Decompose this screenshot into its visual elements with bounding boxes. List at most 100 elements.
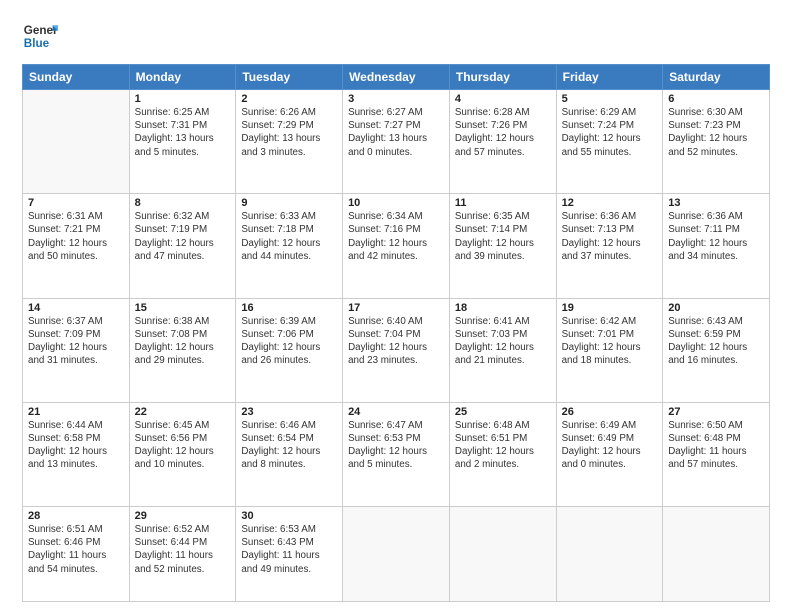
weekday-header-row: SundayMondayTuesdayWednesdayThursdayFrid… (23, 65, 770, 90)
day-content: Sunrise: 6:48 AM Sunset: 6:51 PM Dayligh… (455, 419, 551, 472)
day-content: Sunrise: 6:28 AM Sunset: 7:26 PM Dayligh… (455, 106, 551, 159)
day-content: Sunrise: 6:26 AM Sunset: 7:29 PM Dayligh… (241, 106, 337, 159)
day-content: Sunrise: 6:37 AM Sunset: 7:09 PM Dayligh… (28, 315, 124, 368)
day-number: 15 (135, 302, 231, 314)
calendar-cell (663, 507, 770, 602)
calendar-cell: 2Sunrise: 6:26 AM Sunset: 7:29 PM Daylig… (236, 90, 343, 194)
calendar-cell: 8Sunrise: 6:32 AM Sunset: 7:19 PM Daylig… (129, 194, 236, 298)
calendar-cell: 5Sunrise: 6:29 AM Sunset: 7:24 PM Daylig… (556, 90, 663, 194)
calendar-cell: 25Sunrise: 6:48 AM Sunset: 6:51 PM Dayli… (449, 402, 556, 506)
day-number: 7 (28, 197, 124, 209)
calendar-cell: 1Sunrise: 6:25 AM Sunset: 7:31 PM Daylig… (129, 90, 236, 194)
weekday-header-sunday: Sunday (23, 65, 130, 90)
day-content: Sunrise: 6:33 AM Sunset: 7:18 PM Dayligh… (241, 210, 337, 263)
day-number: 30 (241, 510, 337, 522)
calendar-week-row: 21Sunrise: 6:44 AM Sunset: 6:58 PM Dayli… (23, 402, 770, 506)
calendar-cell: 22Sunrise: 6:45 AM Sunset: 6:56 PM Dayli… (129, 402, 236, 506)
calendar-cell: 3Sunrise: 6:27 AM Sunset: 7:27 PM Daylig… (343, 90, 450, 194)
calendar-cell: 20Sunrise: 6:43 AM Sunset: 6:59 PM Dayli… (663, 298, 770, 402)
weekday-header-monday: Monday (129, 65, 236, 90)
day-number: 11 (455, 197, 551, 209)
day-number: 10 (348, 197, 444, 209)
day-content: Sunrise: 6:25 AM Sunset: 7:31 PM Dayligh… (135, 106, 231, 159)
calendar-cell: 14Sunrise: 6:37 AM Sunset: 7:09 PM Dayli… (23, 298, 130, 402)
logo-icon: General Blue (22, 18, 58, 54)
day-number: 14 (28, 302, 124, 314)
day-content: Sunrise: 6:46 AM Sunset: 6:54 PM Dayligh… (241, 419, 337, 472)
calendar-week-row: 28Sunrise: 6:51 AM Sunset: 6:46 PM Dayli… (23, 507, 770, 602)
calendar-cell: 9Sunrise: 6:33 AM Sunset: 7:18 PM Daylig… (236, 194, 343, 298)
day-content: Sunrise: 6:50 AM Sunset: 6:48 PM Dayligh… (668, 419, 764, 472)
calendar-week-row: 14Sunrise: 6:37 AM Sunset: 7:09 PM Dayli… (23, 298, 770, 402)
day-number: 26 (562, 406, 658, 418)
calendar-cell: 19Sunrise: 6:42 AM Sunset: 7:01 PM Dayli… (556, 298, 663, 402)
day-content: Sunrise: 6:27 AM Sunset: 7:27 PM Dayligh… (348, 106, 444, 159)
calendar-cell: 10Sunrise: 6:34 AM Sunset: 7:16 PM Dayli… (343, 194, 450, 298)
day-content: Sunrise: 6:44 AM Sunset: 6:58 PM Dayligh… (28, 419, 124, 472)
day-number: 18 (455, 302, 551, 314)
day-content: Sunrise: 6:36 AM Sunset: 7:13 PM Dayligh… (562, 210, 658, 263)
day-content: Sunrise: 6:35 AM Sunset: 7:14 PM Dayligh… (455, 210, 551, 263)
day-number: 28 (28, 510, 124, 522)
weekday-header-tuesday: Tuesday (236, 65, 343, 90)
day-number: 16 (241, 302, 337, 314)
calendar-cell: 18Sunrise: 6:41 AM Sunset: 7:03 PM Dayli… (449, 298, 556, 402)
calendar-cell: 11Sunrise: 6:35 AM Sunset: 7:14 PM Dayli… (449, 194, 556, 298)
day-content: Sunrise: 6:51 AM Sunset: 6:46 PM Dayligh… (28, 523, 124, 576)
calendar-cell (23, 90, 130, 194)
calendar-cell: 4Sunrise: 6:28 AM Sunset: 7:26 PM Daylig… (449, 90, 556, 194)
calendar-cell: 13Sunrise: 6:36 AM Sunset: 7:11 PM Dayli… (663, 194, 770, 298)
day-content: Sunrise: 6:52 AM Sunset: 6:44 PM Dayligh… (135, 523, 231, 576)
calendar-cell: 26Sunrise: 6:49 AM Sunset: 6:49 PM Dayli… (556, 402, 663, 506)
day-content: Sunrise: 6:43 AM Sunset: 6:59 PM Dayligh… (668, 315, 764, 368)
day-content: Sunrise: 6:53 AM Sunset: 6:43 PM Dayligh… (241, 523, 337, 576)
day-content: Sunrise: 6:42 AM Sunset: 7:01 PM Dayligh… (562, 315, 658, 368)
header: General Blue (22, 18, 770, 54)
calendar-cell: 15Sunrise: 6:38 AM Sunset: 7:08 PM Dayli… (129, 298, 236, 402)
calendar-cell: 21Sunrise: 6:44 AM Sunset: 6:58 PM Dayli… (23, 402, 130, 506)
day-content: Sunrise: 6:47 AM Sunset: 6:53 PM Dayligh… (348, 419, 444, 472)
calendar-cell: 30Sunrise: 6:53 AM Sunset: 6:43 PM Dayli… (236, 507, 343, 602)
day-content: Sunrise: 6:41 AM Sunset: 7:03 PM Dayligh… (455, 315, 551, 368)
calendar-week-row: 7Sunrise: 6:31 AM Sunset: 7:21 PM Daylig… (23, 194, 770, 298)
day-number: 8 (135, 197, 231, 209)
calendar-cell (556, 507, 663, 602)
day-content: Sunrise: 6:39 AM Sunset: 7:06 PM Dayligh… (241, 315, 337, 368)
day-number: 2 (241, 93, 337, 105)
calendar-cell (449, 507, 556, 602)
calendar-cell: 27Sunrise: 6:50 AM Sunset: 6:48 PM Dayli… (663, 402, 770, 506)
calendar-week-row: 1Sunrise: 6:25 AM Sunset: 7:31 PM Daylig… (23, 90, 770, 194)
day-number: 21 (28, 406, 124, 418)
day-number: 6 (668, 93, 764, 105)
calendar-cell: 29Sunrise: 6:52 AM Sunset: 6:44 PM Dayli… (129, 507, 236, 602)
weekday-header-saturday: Saturday (663, 65, 770, 90)
day-number: 29 (135, 510, 231, 522)
day-number: 5 (562, 93, 658, 105)
day-content: Sunrise: 6:36 AM Sunset: 7:11 PM Dayligh… (668, 210, 764, 263)
day-number: 13 (668, 197, 764, 209)
day-number: 9 (241, 197, 337, 209)
day-content: Sunrise: 6:31 AM Sunset: 7:21 PM Dayligh… (28, 210, 124, 263)
day-content: Sunrise: 6:38 AM Sunset: 7:08 PM Dayligh… (135, 315, 231, 368)
day-number: 1 (135, 93, 231, 105)
svg-text:Blue: Blue (24, 37, 50, 50)
day-number: 17 (348, 302, 444, 314)
calendar-cell: 28Sunrise: 6:51 AM Sunset: 6:46 PM Dayli… (23, 507, 130, 602)
day-content: Sunrise: 6:30 AM Sunset: 7:23 PM Dayligh… (668, 106, 764, 159)
page: General Blue SundayMondayTuesdayWednesda… (0, 0, 792, 612)
calendar-cell: 24Sunrise: 6:47 AM Sunset: 6:53 PM Dayli… (343, 402, 450, 506)
calendar-cell: 6Sunrise: 6:30 AM Sunset: 7:23 PM Daylig… (663, 90, 770, 194)
calendar-cell: 17Sunrise: 6:40 AM Sunset: 7:04 PM Dayli… (343, 298, 450, 402)
calendar-cell (343, 507, 450, 602)
calendar-cell: 12Sunrise: 6:36 AM Sunset: 7:13 PM Dayli… (556, 194, 663, 298)
calendar-cell: 23Sunrise: 6:46 AM Sunset: 6:54 PM Dayli… (236, 402, 343, 506)
day-number: 12 (562, 197, 658, 209)
day-number: 25 (455, 406, 551, 418)
day-content: Sunrise: 6:40 AM Sunset: 7:04 PM Dayligh… (348, 315, 444, 368)
day-content: Sunrise: 6:29 AM Sunset: 7:24 PM Dayligh… (562, 106, 658, 159)
day-number: 4 (455, 93, 551, 105)
day-number: 22 (135, 406, 231, 418)
day-number: 19 (562, 302, 658, 314)
calendar-table: SundayMondayTuesdayWednesdayThursdayFrid… (22, 64, 770, 602)
calendar-cell: 7Sunrise: 6:31 AM Sunset: 7:21 PM Daylig… (23, 194, 130, 298)
